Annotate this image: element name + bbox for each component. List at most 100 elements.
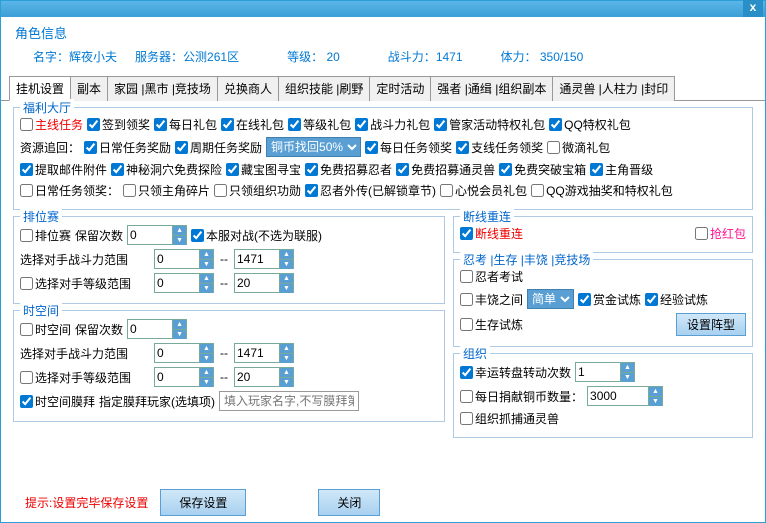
ranking-keep-spinner[interactable]: ▲▼ bbox=[127, 225, 187, 245]
tab-home[interactable]: 家园 |黑市 |竞技场 bbox=[107, 76, 218, 101]
chk-level-range[interactable]: 选择对手等级范围 bbox=[20, 275, 150, 292]
chk-daily-task[interactable]: 日常任务奖励 bbox=[84, 139, 171, 156]
st-lr-lo[interactable]: ▲▼ bbox=[154, 367, 214, 387]
chk-reconnect[interactable]: 断线重连 bbox=[460, 225, 523, 242]
ranking-cr-hi[interactable]: ▲▼ bbox=[234, 249, 294, 269]
chk-qq-game[interactable]: QQ游戏抽奖和特权礼包 bbox=[531, 182, 673, 199]
chk-ranking[interactable]: 排位赛 bbox=[20, 227, 71, 244]
chk-exp[interactable]: 经验试炼 bbox=[645, 291, 708, 308]
hint-text: 提示:设置完毕保存设置 bbox=[25, 494, 148, 511]
group-title: 组织 bbox=[460, 345, 490, 362]
header: 角色信息 名字：辉夜小夫 服务器：公测261区 等级： 20 战斗力：1471 … bbox=[1, 17, 765, 73]
chk-qq-priv[interactable]: QQ特权礼包 bbox=[549, 116, 631, 133]
level-label: 等级： 20 bbox=[287, 48, 340, 65]
chk-weekly[interactable]: 周期任务奖励 bbox=[175, 139, 262, 156]
chk-org-merit[interactable]: 只领组织功勋 bbox=[214, 182, 301, 199]
group-title: 忍考 |生存 |丰饶 |竞技场 bbox=[460, 251, 593, 268]
power-label: 战斗力：1471 bbox=[388, 48, 463, 65]
keep-label: 保留次数 bbox=[75, 321, 123, 338]
chk-wheel[interactable]: 幸运转盘转动次数 bbox=[460, 364, 571, 381]
spacetime-group: 时空间 时空间 保留次数 ▲▼ 选择对手战斗力范围 ▲▼ -- ▲▼ 选择对手等… bbox=[13, 310, 445, 422]
resource-label: 资源追回： bbox=[20, 139, 80, 156]
wheel-spinner[interactable]: ▲▼ bbox=[575, 362, 635, 382]
chk-main-quest[interactable]: 主线任务 bbox=[20, 116, 83, 133]
tab-hang[interactable]: 挂机设置 bbox=[9, 76, 71, 101]
chk-fragment[interactable]: 只领主角碎片 bbox=[123, 182, 210, 199]
close-button[interactable]: 关闭 bbox=[318, 489, 380, 516]
formation-button[interactable]: 设置阵型 bbox=[676, 313, 746, 336]
chk-fengrao[interactable]: 丰饶之间 bbox=[460, 291, 523, 308]
group-title: 福利大厅 bbox=[20, 99, 74, 116]
close-icon[interactable]: x bbox=[743, 0, 763, 17]
ranking-group: 排位赛 排位赛 保留次数 ▲▼ 本服对战(不选为联服) 选择对手战斗力范围 ▲▼… bbox=[13, 216, 445, 304]
stamina-label: 体力： 350/150 bbox=[501, 48, 584, 65]
tab-spirit[interactable]: 通灵兽 |人柱力 |封印 bbox=[552, 76, 675, 101]
ranking-lr-hi[interactable]: ▲▼ bbox=[234, 273, 294, 293]
ranking-lr-lo[interactable]: ▲▼ bbox=[154, 273, 214, 293]
chk-spacetime[interactable]: 时空间 bbox=[20, 321, 71, 338]
chk-donate[interactable]: 每日捐献铜币数量： bbox=[460, 388, 583, 405]
chk-bounty[interactable]: 赏金试炼 bbox=[578, 291, 641, 308]
header-title: 角色信息 bbox=[15, 23, 751, 42]
difficulty-select[interactable]: 简单 bbox=[527, 289, 574, 309]
worship-label: 指定膜拜玩家(选填项) bbox=[99, 393, 215, 410]
chk-mail[interactable]: 提取邮件附件 bbox=[20, 161, 107, 178]
tabs: 挂机设置 副本 家园 |黑市 |竞技场 兑换商人 组织技能 |刷野 定时活动 强… bbox=[1, 75, 765, 101]
chk-branch[interactable]: 支线任务领奖 bbox=[456, 139, 543, 156]
group-title: 排位赛 bbox=[20, 208, 62, 225]
ranking-cr-lo[interactable]: ▲▼ bbox=[154, 249, 214, 269]
chk-signin[interactable]: 签到领奖 bbox=[87, 116, 150, 133]
chk-butler[interactable]: 管家活动特权礼包 bbox=[434, 116, 545, 133]
st-cr-hi[interactable]: ▲▼ bbox=[234, 343, 294, 363]
chk-daily-reward2[interactable]: 日常任务领奖： bbox=[20, 182, 119, 199]
st-cr-lo[interactable]: ▲▼ bbox=[154, 343, 214, 363]
donate-spinner[interactable]: ▲▼ bbox=[587, 386, 663, 406]
save-button[interactable]: 保存设置 bbox=[160, 489, 246, 516]
coin-recover-select[interactable]: 铜币找回50% bbox=[266, 137, 361, 157]
footer: 提示:设置完毕保存设置 保存设置 关闭 bbox=[1, 489, 765, 516]
st-keep-spinner[interactable]: ▲▼ bbox=[127, 319, 187, 339]
tab-org-skill[interactable]: 组织技能 |刷野 bbox=[278, 76, 370, 101]
worship-input[interactable] bbox=[219, 391, 359, 411]
chk-treasure[interactable]: 藏宝图寻宝 bbox=[226, 161, 301, 178]
reconnect-group: 断线重连 断线重连 抢红包 bbox=[453, 216, 753, 253]
chk-breakthrough[interactable]: 免费突破宝箱 bbox=[499, 161, 586, 178]
server-label: 服务器：公测261区 bbox=[135, 48, 239, 65]
tab-dungeon[interactable]: 副本 bbox=[70, 76, 108, 101]
combat-range-label: 选择对手战斗力范围 bbox=[20, 251, 150, 268]
chk-protag[interactable]: 主角晋级 bbox=[590, 161, 653, 178]
chk-red-env[interactable]: 抢红包 bbox=[695, 225, 746, 242]
keep-label: 保留次数 bbox=[75, 227, 123, 244]
group-title: 时空间 bbox=[20, 302, 62, 319]
chk-survival[interactable]: 生存试炼 bbox=[460, 316, 523, 333]
spin-up-icon[interactable]: ▲ bbox=[172, 226, 186, 236]
chk-st-level-range[interactable]: 选择对手等级范围 bbox=[20, 369, 150, 386]
tab-strong[interactable]: 强者 |通缉 |组织副本 bbox=[430, 76, 553, 101]
tab-merchant[interactable]: 兑换商人 bbox=[217, 76, 279, 101]
chk-combat[interactable]: 战斗力礼包 bbox=[355, 116, 430, 133]
chk-local-match[interactable]: 本服对战(不选为联服) bbox=[191, 227, 322, 244]
chk-gaiden[interactable]: 忍者外传(已解锁章节) bbox=[305, 182, 436, 199]
titlebar: x bbox=[1, 1, 765, 17]
chk-cave[interactable]: 神秘洞穴免费探险 bbox=[111, 161, 222, 178]
chk-xinyue[interactable]: 心悦会员礼包 bbox=[440, 182, 527, 199]
spin-down-icon[interactable]: ▼ bbox=[172, 236, 186, 245]
chk-wechat[interactable]: 微滴礼包 bbox=[547, 139, 610, 156]
chk-daily[interactable]: 每日礼包 bbox=[154, 116, 217, 133]
chk-online[interactable]: 在线礼包 bbox=[221, 116, 284, 133]
name-label: 名字：辉夜小夫 bbox=[33, 48, 117, 65]
chk-recruit-ninja[interactable]: 免费招募忍者 bbox=[305, 161, 392, 178]
tab-timed[interactable]: 定时活动 bbox=[369, 76, 431, 101]
chk-capture[interactable]: 组织抓捕通灵兽 bbox=[460, 410, 559, 427]
group-title: 断线重连 bbox=[460, 208, 514, 225]
org-group: 组织 幸运转盘转动次数 ▲▼ 每日捐献铜币数量： ▲▼ 组织抓捕通灵兽 bbox=[453, 353, 753, 438]
welfare-group: 福利大厅 主线任务 签到领奖 每日礼包 在线礼包 等级礼包 战斗力礼包 管家活动… bbox=[13, 107, 753, 210]
endure-group: 忍考 |生存 |丰饶 |竞技场 忍者考试 丰饶之间 简单 赏金试炼 经验试炼 生… bbox=[453, 259, 753, 347]
chk-level[interactable]: 等级礼包 bbox=[288, 116, 351, 133]
chk-worship[interactable]: 时空间膜拜 bbox=[20, 393, 95, 410]
chk-exam[interactable]: 忍者考试 bbox=[460, 268, 523, 285]
chk-daily-reward[interactable]: 每日任务领奖 bbox=[365, 139, 452, 156]
combat-range-label: 选择对手战斗力范围 bbox=[20, 345, 150, 362]
chk-recruit-spirit[interactable]: 免费招募通灵兽 bbox=[396, 161, 495, 178]
st-lr-hi[interactable]: ▲▼ bbox=[234, 367, 294, 387]
